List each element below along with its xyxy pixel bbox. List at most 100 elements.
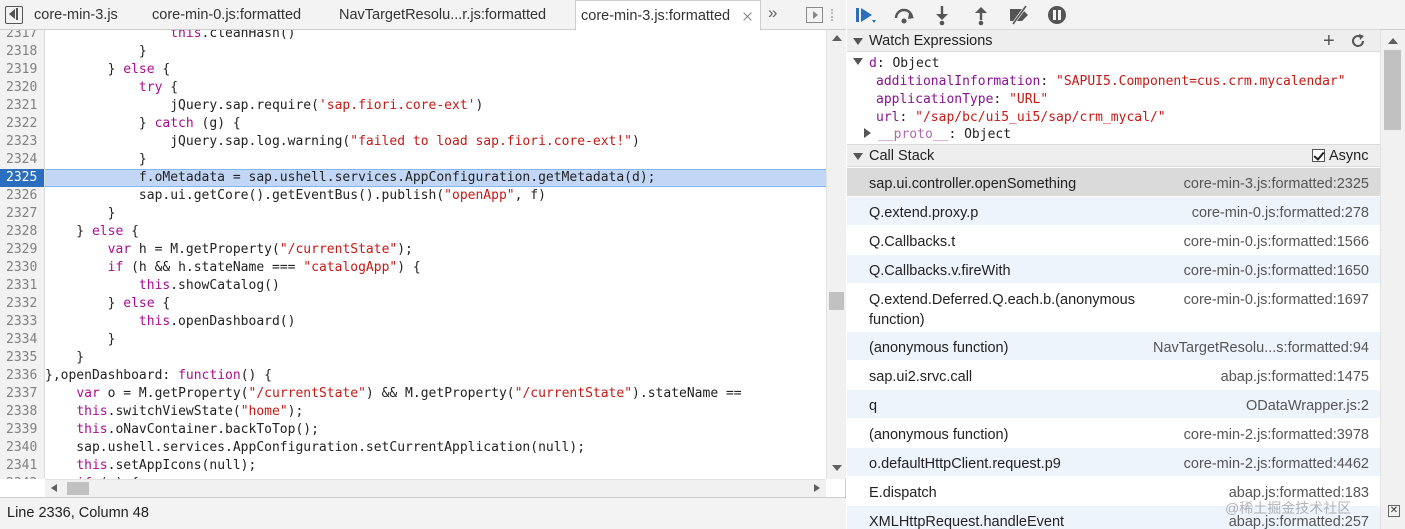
code-line[interactable]: this.oNavContainer.backToTop();: [45, 421, 826, 439]
code-line[interactable]: jQuery.sap.log.warning("failed to load s…: [45, 133, 826, 151]
line-number[interactable]: 2337: [0, 385, 44, 403]
resume-icon[interactable]: [853, 4, 877, 26]
deactivate-breakpoints-icon[interactable]: [1007, 4, 1031, 26]
call-frame[interactable]: Q.Callbacks.v.fireWith core-min-0.js:form…: [847, 255, 1380, 284]
close-tab-icon[interactable]: [741, 10, 754, 23]
line-number[interactable]: 2321: [0, 97, 44, 115]
code-line[interactable]: this.openDashboard(): [45, 313, 826, 331]
code-line[interactable]: if (h && h.stateName === "catalogApp") {: [45, 259, 826, 277]
frame-location-link[interactable]: core-min-0.js:formatted:1566: [1184, 232, 1369, 252]
line-number[interactable]: 2326: [0, 187, 44, 205]
code-line[interactable]: } catch (g) {: [45, 115, 826, 133]
code-line[interactable]: }: [45, 151, 826, 169]
line-number[interactable]: 2320: [0, 79, 44, 97]
line-number[interactable]: 2341: [0, 457, 44, 475]
scroll-left-icon[interactable]: [51, 484, 57, 492]
code-line[interactable]: this.switchViewState("home");: [45, 403, 826, 421]
scroll-thumb[interactable]: [67, 482, 89, 495]
tab-navtargetresolver-formatted[interactable]: NavTargetResolu...r.js:formatted: [339, 0, 546, 30]
toggle-debugger-sidebar-icon[interactable]: [806, 7, 823, 23]
code-line[interactable]: this.showCatalog(): [45, 277, 826, 295]
line-number[interactable]: 2330: [0, 259, 44, 277]
line-number[interactable]: 2332: [0, 295, 44, 313]
expand-triangle-icon[interactable]: [853, 58, 863, 65]
code-line[interactable]: }: [45, 349, 826, 367]
frame-location-link[interactable]: core-min-0.js:formatted:1697: [1184, 290, 1369, 310]
call-frame[interactable]: o.defaultHttpClient.request.p9 core-min-2…: [847, 448, 1380, 477]
call-frame[interactable]: Q.extend.proxy.p core-min-0.js:formatted:…: [847, 197, 1380, 226]
code-line[interactable]: }: [45, 205, 826, 223]
code-line[interactable]: this.cleanHash(): [45, 30, 826, 43]
call-frame[interactable]: Q.Callbacks.t core-min-0.js:formatted:156…: [847, 226, 1380, 255]
call-stack-header[interactable]: Call Stack Async: [847, 144, 1380, 167]
code-line[interactable]: } else {: [45, 61, 826, 79]
frame-location-link[interactable]: core-min-2.js:formatted:4462: [1184, 454, 1369, 474]
call-frame[interactable]: sap.ui2.srvc.call abap.js:formatted:1475: [847, 361, 1380, 390]
scroll-up-icon[interactable]: [1388, 38, 1398, 44]
step-out-icon[interactable]: [969, 4, 993, 26]
editor-vertical-scrollbar[interactable]: [826, 30, 846, 479]
close-icon[interactable]: ✕: [1388, 505, 1400, 517]
line-number[interactable]: 2340: [0, 439, 44, 457]
code-line[interactable]: },openDashboard: function() {: [45, 367, 826, 385]
code-line[interactable]: var o = M.getProperty("/currentState") &…: [45, 385, 826, 403]
line-number[interactable]: 2331: [0, 277, 44, 295]
expand-triangle-icon[interactable]: [864, 128, 871, 138]
async-checkbox[interactable]: [1312, 149, 1325, 162]
code-area[interactable]: this.cleanHash() } } else { try { jQuery…: [45, 30, 826, 479]
line-number[interactable]: 2324: [0, 151, 44, 169]
tab-core-min-0-formatted[interactable]: core-min-0.js:formatted: [152, 0, 301, 30]
line-number[interactable]: 2328: [0, 223, 44, 241]
watch-root-object[interactable]: d: Object: [853, 55, 939, 73]
frame-location-link[interactable]: core-min-2.js:formatted:3978: [1184, 425, 1369, 445]
code-line[interactable]: var h = M.getProperty("/currentState");: [45, 241, 826, 259]
scroll-thumb[interactable]: [1384, 50, 1401, 130]
code-line[interactable]: sap.ui.getCore().getEventBus().publish("…: [45, 187, 826, 205]
call-frame[interactable]: (anonymous function) core-min-2.js:format…: [847, 419, 1380, 448]
code-line[interactable]: }: [45, 331, 826, 349]
collapse-triangle-icon[interactable]: [853, 38, 863, 45]
line-number[interactable]: 2338: [0, 403, 44, 421]
code-line[interactable]: } else {: [45, 295, 826, 313]
frame-location-link[interactable]: NavTargetResolu...s:formatted:94: [1153, 338, 1369, 358]
line-number[interactable]: 2317: [0, 30, 44, 43]
step-into-icon[interactable]: [930, 4, 954, 26]
line-number-gutter[interactable]: 2317 2318 2319 2320 2321 2322 2323 2324 2325 2326…: [0, 30, 45, 479]
frame-location-link[interactable]: abap.js:formatted:1475: [1221, 367, 1369, 387]
call-frame[interactable]: Q.extend.Deferred.Q.each.b.(anonymous fu…: [847, 284, 1380, 332]
frame-location-link[interactable]: core-min-3.js:formatted:2325: [1184, 174, 1369, 194]
code-line[interactable]: jQuery.sap.require('sap.fiori.core-ext'): [45, 97, 826, 115]
call-frame[interactable]: q ODataWrapper.js:2: [847, 390, 1380, 419]
line-number[interactable]: 2323: [0, 133, 44, 151]
line-number[interactable]: 2333: [0, 313, 44, 331]
step-over-icon[interactable]: [892, 4, 916, 26]
line-number[interactable]: 2327: [0, 205, 44, 223]
line-number[interactable]: 2319: [0, 61, 44, 79]
current-execution-line[interactable]: f.oMetadata = sap.ushell.services.AppCon…: [45, 169, 826, 187]
watch-property[interactable]: url: "/sap/bc/ui5_ui5/sap/crm_mycal/": [876, 109, 1166, 127]
scroll-right-icon[interactable]: [814, 484, 820, 492]
frame-location-link[interactable]: core-min-0.js:formatted:1650: [1184, 261, 1369, 281]
pause-on-exceptions-icon[interactable]: [1045, 4, 1069, 26]
watch-property[interactable]: additionalInformation: "SAPUI5.Component…: [876, 73, 1346, 91]
watch-proto[interactable]: __proto__: Object: [864, 126, 1011, 144]
scroll-thumb[interactable]: [829, 292, 844, 310]
scroll-up-icon[interactable]: [832, 35, 842, 41]
breakpoint-line-number[interactable]: 2325: [0, 169, 44, 187]
line-number[interactable]: 2335: [0, 349, 44, 367]
collapse-triangle-icon[interactable]: [853, 153, 863, 160]
line-number[interactable]: 2339: [0, 421, 44, 439]
add-watch-expression-icon[interactable]: +: [1323, 31, 1335, 51]
line-number[interactable]: 2329: [0, 241, 44, 259]
tab-core-min-3-formatted[interactable]: core-min-3.js:formatted: [575, 0, 761, 31]
line-number[interactable]: 2336: [0, 367, 44, 385]
code-line[interactable]: try {: [45, 79, 826, 97]
call-frame[interactable]: (anonymous function) NavTargetResolu...s:…: [847, 332, 1380, 361]
line-number[interactable]: 2318: [0, 43, 44, 61]
refresh-icon[interactable]: [1350, 33, 1366, 49]
line-number[interactable]: 2334: [0, 331, 44, 349]
line-number[interactable]: 2342: [0, 475, 44, 479]
frame-location-link[interactable]: core-min-0.js:formatted:278: [1192, 203, 1369, 223]
code-line[interactable]: }: [45, 43, 826, 61]
call-frame[interactable]: sap.ui.controller.openSomething core-min-…: [847, 168, 1380, 197]
